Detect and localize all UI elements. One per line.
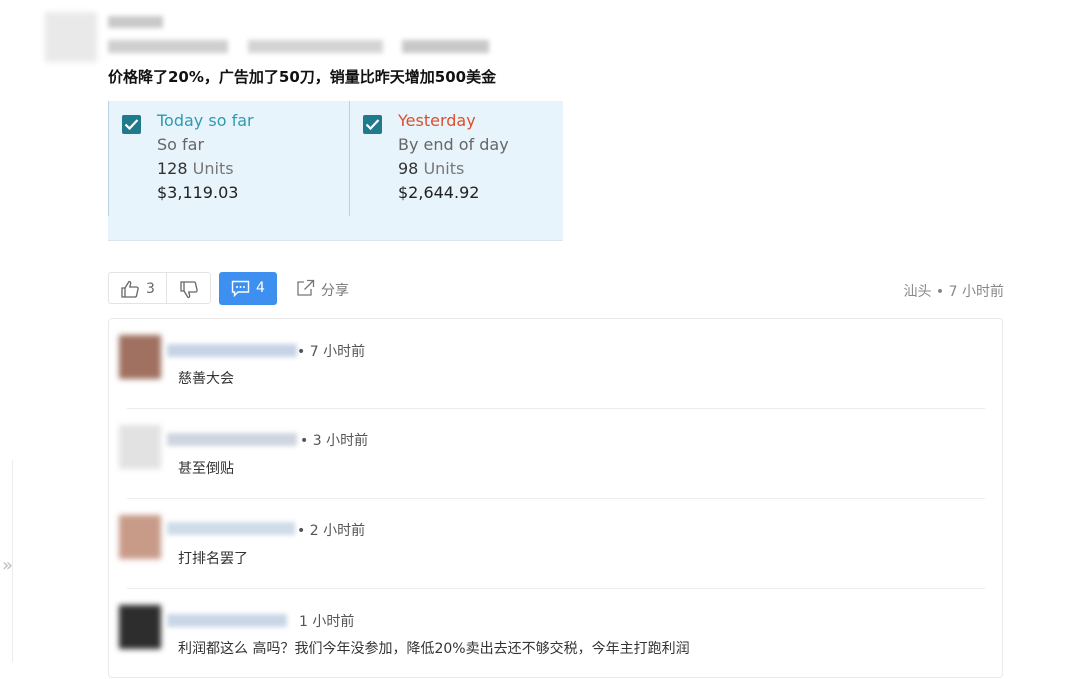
comment-time: 1 小时前 xyxy=(299,614,355,630)
thumbs-down-icon xyxy=(180,281,198,299)
comment-time: • 7 小时前 xyxy=(297,344,366,360)
comment-text: 打排名罢了 xyxy=(178,551,248,567)
comment-time: • 2 小时前 xyxy=(297,523,366,539)
commenter-name[interactable] xyxy=(167,522,295,535)
author-meta xyxy=(108,40,228,53)
commenter-avatar[interactable] xyxy=(119,425,161,469)
commenter-avatar[interactable] xyxy=(119,605,161,649)
commenter-avatar[interactable] xyxy=(119,335,161,379)
thumbs-up-icon xyxy=(121,280,139,298)
commenter-avatar[interactable] xyxy=(119,515,161,559)
yesterday-column: Yesterday By end of day 98 Units $2,644.… xyxy=(349,101,564,216)
yesterday-amount: $2,644.92 xyxy=(398,183,480,202)
author-name[interactable] xyxy=(108,16,163,28)
today-column: Today so far So far 128 Units $3,119.03 xyxy=(108,101,349,216)
comment-time: • 3 小时前 xyxy=(300,433,369,449)
today-amount: $3,119.03 xyxy=(157,183,239,202)
comment-text: 利润都这么 高吗？我们今年没参加，降低20%卖出去还不够交税，今年主打跑利润 xyxy=(178,641,690,657)
comment-item: • 7 小时前 慈善大会 xyxy=(109,319,1002,409)
dislike-button[interactable] xyxy=(166,272,211,304)
today-title: Today so far xyxy=(157,111,254,130)
checkbox-checked-icon xyxy=(122,115,141,134)
yesterday-units: 98 Units xyxy=(398,157,509,181)
comment-list: • 7 小时前 慈善大会 • 3 小时前 甚至倒贴 • 2 小时前 打排名罢了 … xyxy=(108,318,1003,678)
share-label: 分享 xyxy=(321,283,349,299)
comment-text: 慈善大会 xyxy=(178,371,234,387)
like-button[interactable]: 3 xyxy=(108,272,166,304)
share-icon xyxy=(297,279,315,296)
sales-summary-card: Today so far So far 128 Units $3,119.03 … xyxy=(108,101,563,241)
checkbox-checked-icon xyxy=(363,115,382,134)
commenter-name[interactable] xyxy=(167,433,297,446)
author-avatar[interactable] xyxy=(45,12,97,62)
author-meta xyxy=(248,40,383,53)
share-button[interactable]: 分享 xyxy=(294,272,364,304)
yesterday-subtitle: By end of day xyxy=(398,135,509,154)
yesterday-units-count: 98 xyxy=(398,159,419,178)
comment-button[interactable]: 4 xyxy=(219,272,277,305)
yesterday-title: Yesterday xyxy=(398,111,476,130)
comment-item: • 3 小时前 甚至倒贴 xyxy=(109,409,1002,499)
commenter-name[interactable] xyxy=(167,344,297,357)
comment-text: 甚至倒贴 xyxy=(178,461,234,477)
like-count: 3 xyxy=(146,281,155,297)
yesterday-units-label: Units xyxy=(423,159,465,178)
today-units: 128 Units xyxy=(157,157,254,181)
today-units-count: 128 xyxy=(157,159,188,178)
today-subtitle: So far xyxy=(157,135,205,154)
today-units-label: Units xyxy=(192,159,234,178)
comment-item: 1 小时前 利润都这么 高吗？我们今年没参加，降低20%卖出去还不够交税，今年主… xyxy=(109,589,1002,679)
chevron-right-icon[interactable]: » xyxy=(2,555,13,576)
author-meta xyxy=(402,40,489,53)
commenter-name[interactable] xyxy=(167,614,287,627)
post-location-time: 汕头 • 7 小时前 xyxy=(903,284,1004,300)
comment-count: 4 xyxy=(256,280,265,296)
comment-icon xyxy=(231,280,250,297)
comment-item: • 2 小时前 打排名罢了 xyxy=(109,499,1002,589)
post-title: 价格降了20%，广告加了50刀，销量比昨天增加500美金 xyxy=(108,68,497,86)
